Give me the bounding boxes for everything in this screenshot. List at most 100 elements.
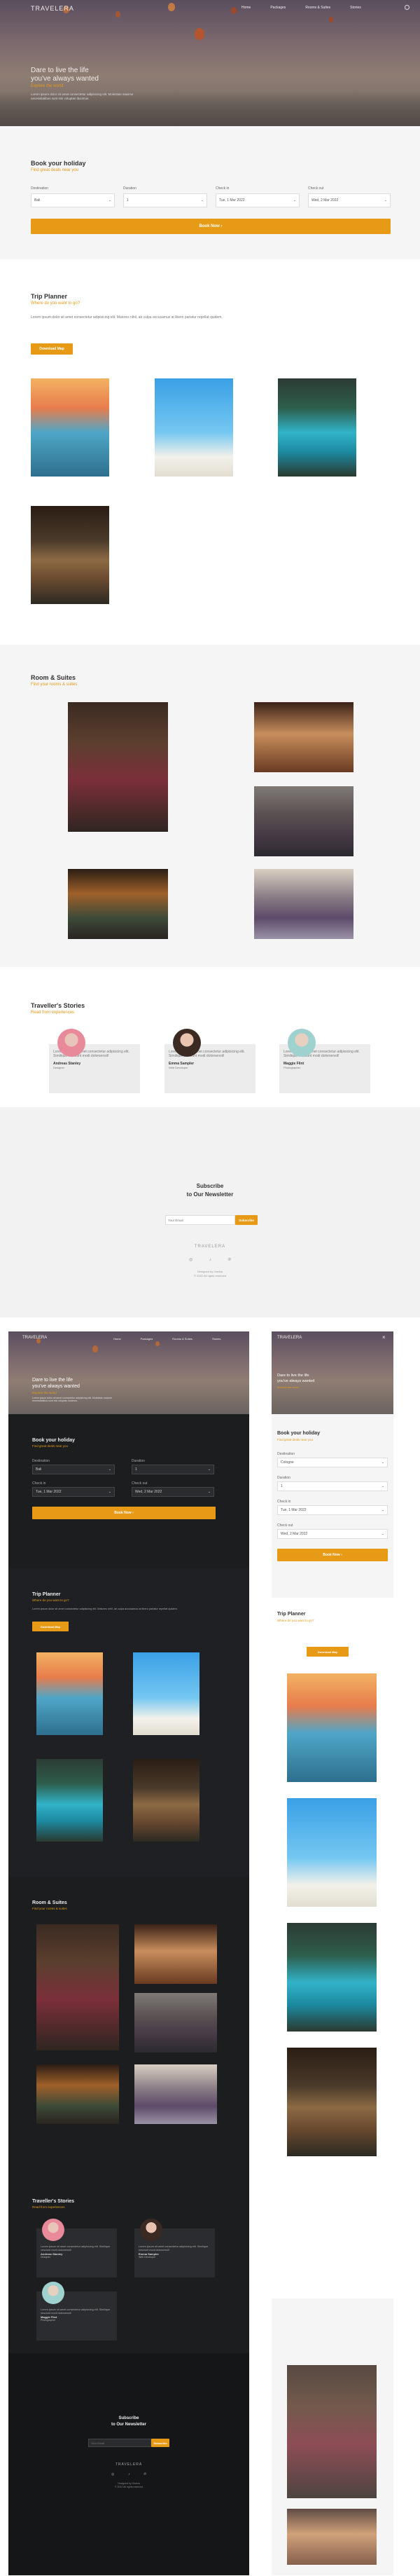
room-image-large[interactable] bbox=[287, 2365, 377, 2498]
download-map-button[interactable]: Download Map bbox=[31, 343, 73, 355]
mobile-logo[interactable]: TRAVELERA bbox=[277, 1336, 302, 1340]
destination-image-sunset-pool[interactable] bbox=[31, 378, 109, 477]
duration-label: Duration bbox=[277, 1476, 290, 1480]
subscribe-button[interactable]: Subscribe bbox=[151, 2439, 169, 2447]
nav-item-rooms[interactable]: Rooms & Suites bbox=[172, 1337, 192, 1341]
destination-image-a-frame-cabin[interactable] bbox=[133, 1759, 200, 1842]
checkout-label: Check out bbox=[132, 1481, 148, 1486]
destination-select[interactable]: Bali ⌄ bbox=[32, 1465, 115, 1474]
pinterest-icon[interactable]: ℗ bbox=[228, 1257, 231, 1262]
checkin-label: Check in bbox=[277, 1500, 291, 1504]
room-image-large[interactable] bbox=[36, 1924, 119, 2050]
booking-subtitle: Find great deals near you bbox=[32, 1444, 69, 1448]
download-map-button[interactable]: Download Map bbox=[32, 1622, 69, 1631]
hero: TRAVELERA Home Packages Rooms & Suites S… bbox=[0, 0, 420, 126]
room-image-green-bed[interactable] bbox=[36, 2064, 119, 2124]
destination-image-palm-beach[interactable] bbox=[155, 378, 233, 477]
destination-image-palm-beach[interactable] bbox=[287, 1798, 377, 1907]
checkout-select[interactable]: Wed, 2 Mar 2022 ⌄ bbox=[308, 193, 391, 207]
room-image-green-bed[interactable] bbox=[68, 869, 168, 939]
dark-logo[interactable]: TRAVELERA bbox=[22, 1336, 47, 1340]
destination-select[interactable]: Bali ⌄ bbox=[31, 193, 115, 207]
logo[interactable]: TRAVELERA bbox=[31, 5, 74, 12]
destination-image-resort-pool[interactable] bbox=[278, 378, 356, 477]
dark-booking: Book your holiday Find great deals near … bbox=[8, 1414, 249, 1568]
tiktok-icon[interactable]: ♪ bbox=[209, 1257, 211, 1262]
newsletter-title-line1: Subscribe bbox=[118, 2416, 139, 2420]
pinterest-icon[interactable]: ℗ bbox=[144, 2472, 146, 2476]
room-image-round-window[interactable] bbox=[254, 702, 354, 772]
duration-select[interactable]: 1 ⌄ bbox=[132, 1465, 214, 1474]
hero-title-line2: you've always wanted bbox=[32, 1384, 80, 1389]
checkin-select[interactable]: Tue, 1 Mar 2022 ⌄ bbox=[277, 1505, 388, 1515]
checkin-select[interactable]: Tue, 1 Mar 2022 ⌄ bbox=[216, 193, 300, 207]
story-role: Designer bbox=[53, 1066, 65, 1069]
nav-item-home[interactable]: Home bbox=[113, 1337, 121, 1341]
checkout-select[interactable]: Wed, 2 Mar 2022 ⌄ bbox=[277, 1529, 388, 1539]
chevron-down-icon: ⌄ bbox=[381, 1484, 384, 1488]
nav-item-home[interactable]: Home bbox=[241, 6, 251, 10]
room-image-round-window[interactable] bbox=[287, 2509, 377, 2565]
nav-item-packages[interactable]: Packages bbox=[141, 1337, 153, 1341]
stories-section: Traveller's Stories Read from experience… bbox=[0, 967, 420, 1107]
instagram-icon[interactable]: ◎ bbox=[189, 1257, 192, 1262]
booking-subtitle: Find great deals near you bbox=[277, 1438, 314, 1441]
chevron-down-icon: ⌄ bbox=[381, 1460, 384, 1465]
chevron-down-icon: ⌄ bbox=[108, 1490, 111, 1494]
footer-logo[interactable]: TRAVELERA bbox=[0, 1245, 420, 1249]
hero-tagline: Explore the world bbox=[31, 84, 64, 88]
download-map-button[interactable]: Download Map bbox=[307, 1647, 349, 1657]
email-input[interactable] bbox=[165, 1215, 235, 1225]
room-image-modern[interactable] bbox=[254, 786, 354, 856]
theme-toggle-icon[interactable] bbox=[405, 5, 410, 10]
checkin-select[interactable]: Tue, 1 Mar 2022 ⌄ bbox=[32, 1487, 115, 1497]
checkout-select[interactable]: Wed, 2 Mar 2022 ⌄ bbox=[132, 1487, 214, 1497]
book-now-button[interactable]: Book Now › bbox=[277, 1549, 388, 1561]
stories-subtitle: Read from experiences bbox=[31, 1010, 75, 1015]
destination-image-resort-pool[interactable] bbox=[36, 1759, 103, 1842]
nav-item-packages[interactable]: Packages bbox=[270, 6, 286, 10]
booking-title: Book your holiday bbox=[277, 1431, 321, 1436]
story-role: Photographer bbox=[41, 2319, 56, 2322]
book-now-button[interactable]: Book Now › bbox=[32, 1507, 216, 1519]
destination-select[interactable]: Cologne ⌄ bbox=[277, 1458, 388, 1467]
footer-logo[interactable]: TRAVELERA bbox=[8, 2462, 249, 2467]
subscribe-button[interactable]: Subscribe bbox=[235, 1215, 258, 1225]
email-input[interactable] bbox=[88, 2439, 151, 2447]
duration-select[interactable]: 1 ⌄ bbox=[277, 1481, 388, 1491]
room-image-modern[interactable] bbox=[134, 1993, 217, 2053]
hero-title-line1: Dare to live the life bbox=[31, 67, 89, 74]
duration-select[interactable]: 1 ⌄ bbox=[123, 193, 207, 207]
nav-item-stories[interactable]: Stories bbox=[212, 1337, 220, 1341]
destination-image-sunset-pool[interactable] bbox=[36, 1652, 103, 1735]
room-image-large[interactable] bbox=[68, 702, 168, 832]
checkout-label: Check out bbox=[277, 1523, 293, 1528]
destination-image-palm-beach[interactable] bbox=[133, 1652, 200, 1735]
avatar bbox=[288, 1029, 316, 1057]
destination-image-a-frame-cabin[interactable] bbox=[287, 2048, 377, 2156]
rooms-subtitle: Find your rooms & suites bbox=[31, 683, 78, 687]
destination-image-a-frame-cabin[interactable] bbox=[31, 506, 109, 604]
tiktok-icon[interactable]: ♪ bbox=[128, 2472, 130, 2476]
footer-credit-1: Designed by Geelva bbox=[118, 2482, 140, 2485]
hero-tagline: Explore the world bbox=[32, 1391, 57, 1395]
close-icon[interactable]: × bbox=[382, 1334, 386, 1341]
hero-title-line2: you've always wanted bbox=[277, 1379, 315, 1383]
checkout-value: Wed, 2 Mar 2022 bbox=[312, 198, 339, 203]
nav-item-stories[interactable]: Stories bbox=[350, 6, 361, 10]
room-image-round-window[interactable] bbox=[134, 1924, 217, 1984]
room-image-bright[interactable] bbox=[134, 2064, 217, 2124]
rooms-subtitle: Find your rooms & suites bbox=[32, 1907, 67, 1910]
avatar bbox=[42, 2282, 64, 2304]
destination-label: Destination bbox=[277, 1452, 295, 1456]
destination-image-sunset-pool[interactable] bbox=[287, 1673, 377, 1782]
duration-label: Duration bbox=[123, 186, 136, 191]
book-now-button[interactable]: Book Now › bbox=[31, 219, 391, 234]
nav-item-rooms[interactable]: Rooms & Suites bbox=[305, 6, 330, 10]
destination-image-resort-pool[interactable] bbox=[287, 1923, 377, 2032]
room-image-bright[interactable] bbox=[254, 869, 354, 939]
instagram-icon[interactable]: ◎ bbox=[111, 2472, 114, 2476]
balloon bbox=[231, 7, 237, 14]
duration-label: Duration bbox=[132, 1459, 145, 1463]
mobile-rooms bbox=[272, 2298, 393, 2575]
